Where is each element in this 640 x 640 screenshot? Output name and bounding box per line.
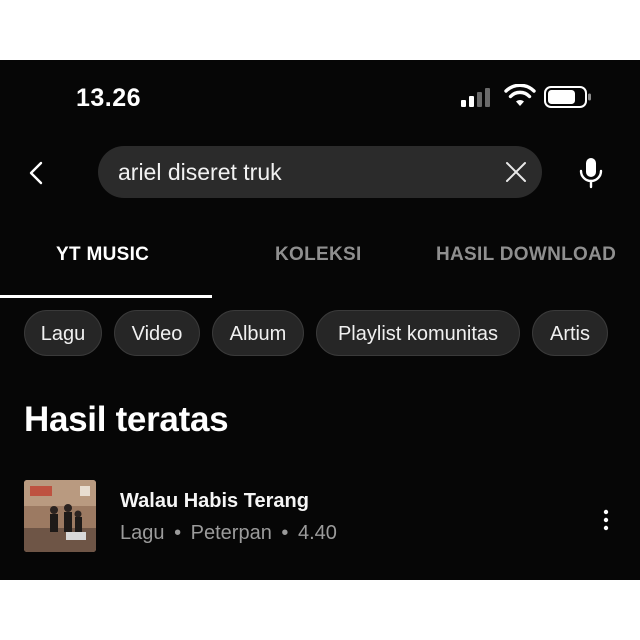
battery-icon	[544, 86, 591, 108]
back-icon[interactable]	[26, 160, 48, 186]
song-artist: Peterpan	[190, 522, 272, 544]
chip-video[interactable]: Video	[114, 310, 200, 356]
search-input[interactable]: ariel diseret truk	[118, 159, 282, 186]
song-title: Walau Habis Terang	[120, 490, 309, 512]
mic-icon[interactable]	[578, 156, 604, 190]
signal-icon	[461, 88, 490, 107]
chip-album[interactable]: Album	[212, 310, 304, 356]
status-time: 13.26	[76, 84, 142, 112]
phone-screen: 13.26 ariel diseret truk YT MUSIC KOLEKS…	[0, 60, 640, 580]
meta-separator: •	[174, 522, 182, 544]
close-icon[interactable]	[504, 160, 528, 184]
album-art	[24, 480, 96, 552]
chip-playlist-komunitas[interactable]: Playlist komunitas	[316, 310, 520, 356]
song-duration: 4.40	[297, 522, 337, 544]
chip-artis[interactable]: Artis	[532, 310, 608, 356]
wifi-icon	[504, 84, 536, 106]
tab-koleksi[interactable]: KOLEKSI	[275, 244, 362, 266]
result-row[interactable]: Walau Habis Terang Lagu • Peterpan • 4.4…	[0, 480, 640, 556]
song-type: Lagu	[120, 522, 165, 544]
tab-yt-music[interactable]: YT MUSIC	[56, 244, 149, 266]
search-field[interactable]: ariel diseret truk	[98, 146, 542, 198]
more-vert-icon[interactable]	[596, 508, 616, 532]
section-title: Hasil teratas	[24, 400, 229, 439]
active-tab-indicator	[0, 295, 212, 298]
chip-lagu[interactable]: Lagu	[24, 310, 102, 356]
song-meta: Lagu • Peterpan • 4.40	[120, 522, 337, 545]
tab-hasil-download[interactable]: HASIL DOWNLOAD	[436, 244, 616, 266]
meta-separator: •	[281, 522, 289, 544]
